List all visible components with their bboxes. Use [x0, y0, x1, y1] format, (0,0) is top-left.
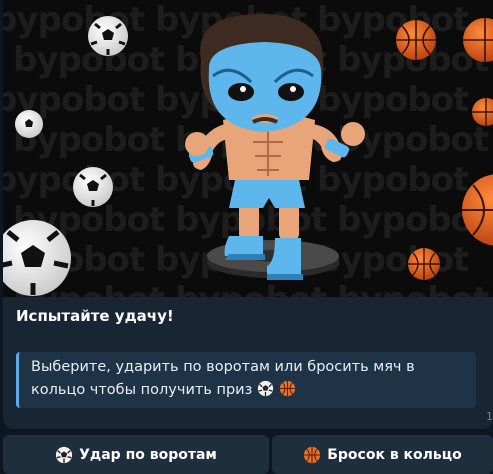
basketball-icon	[472, 98, 493, 126]
message-title: Испытайте удачу!	[16, 307, 174, 325]
banner-image: bypobot bypobot bypobot bypobot bypobot …	[3, 0, 493, 297]
message-quote: Выберите, ударить по воротам или бросить…	[16, 352, 476, 408]
soccer-ball-icon	[257, 380, 274, 397]
soccer-ball-icon	[88, 16, 128, 56]
basketball-throw-label: Бросок в кольцо	[327, 446, 462, 463]
soccer-ball-icon	[56, 446, 73, 463]
wrestler-mascot-icon	[185, 14, 365, 280]
message-time: 1	[486, 410, 493, 423]
basketball-icon	[304, 446, 321, 463]
basketball-icon	[408, 248, 440, 280]
quote-text: Выберите, ударить по воротам или бросить…	[31, 359, 415, 398]
basketball-icon	[396, 20, 436, 60]
banner-illustration	[3, 14, 493, 296]
basketball-throw-button[interactable]: Бросок в кольцо	[272, 435, 493, 474]
basketball-icon	[463, 18, 493, 62]
basketball-icon	[279, 380, 295, 397]
soccer-shot-button[interactable]: Удар по воротам	[3, 435, 269, 474]
soccer-ball-icon	[3, 220, 71, 296]
message-bubble: bypobot bypobot bypobot bypobot bypobot …	[3, 0, 493, 429]
soccer-ball-icon	[15, 110, 43, 138]
soccer-ball-icon	[73, 167, 113, 207]
soccer-shot-label: Удар по воротам	[79, 446, 217, 463]
basketball-icon	[462, 174, 493, 246]
